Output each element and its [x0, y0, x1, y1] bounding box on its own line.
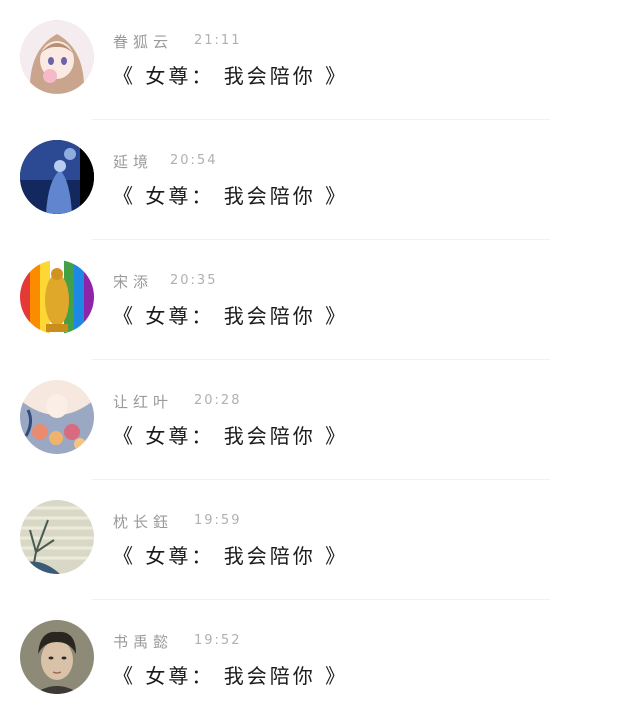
sender-name: 书禹懿	[113, 633, 174, 651]
message-time: 20:35	[170, 273, 218, 288]
message-row[interactable]: 让红叶 20:28 《 女尊： 我会陪你 》	[0, 360, 640, 480]
chat-message-list: 眷狐云 21:11 《 女尊： 我会陪你 》 延境 20:54 《 女尊： 我会…	[0, 0, 640, 716]
message-row[interactable]: 眷狐云 21:11 《 女尊： 我会陪你 》	[0, 0, 640, 120]
message-time: 20:28	[194, 393, 242, 408]
message-time: 20:54	[170, 153, 218, 168]
message-time: 19:52	[194, 633, 242, 648]
boy-portrait-avatar-icon[interactable]	[20, 620, 94, 694]
floral-girl-avatar-icon[interactable]	[20, 380, 94, 454]
message-time: 21:11	[194, 33, 242, 48]
message-text: 《 女尊： 我会陪你 》	[113, 664, 349, 688]
golden-buddha-avatar-icon[interactable]	[20, 260, 94, 334]
message-row[interactable]: 延境 20:54 《 女尊： 我会陪你 》	[0, 120, 640, 240]
message-row[interactable]: 书禹懿 19:52 《 女尊： 我会陪你 》	[0, 600, 640, 720]
sender-name: 眷狐云	[113, 33, 174, 51]
message-text: 《 女尊： 我会陪你 》	[113, 544, 349, 568]
night-blue-avatar-icon[interactable]	[20, 140, 94, 214]
anime-girl-avatar-icon[interactable]	[20, 20, 94, 94]
branch-blinds-avatar-icon[interactable]	[20, 500, 94, 574]
message-time: 19:59	[194, 513, 242, 528]
message-text: 《 女尊： 我会陪你 》	[113, 424, 349, 448]
message-row[interactable]: 枕长鈺 19:59 《 女尊： 我会陪你 》	[0, 480, 640, 600]
message-text: 《 女尊： 我会陪你 》	[113, 304, 349, 328]
message-text: 《 女尊： 我会陪你 》	[113, 184, 349, 208]
sender-name: 让红叶	[113, 393, 174, 411]
sender-name: 枕长鈺	[113, 513, 174, 531]
message-text: 《 女尊： 我会陪你 》	[113, 64, 349, 88]
sender-name: 延境	[113, 153, 154, 171]
sender-name: 宋添	[113, 273, 154, 291]
message-row[interactable]: 宋添 20:35 《 女尊： 我会陪你 》	[0, 240, 640, 360]
